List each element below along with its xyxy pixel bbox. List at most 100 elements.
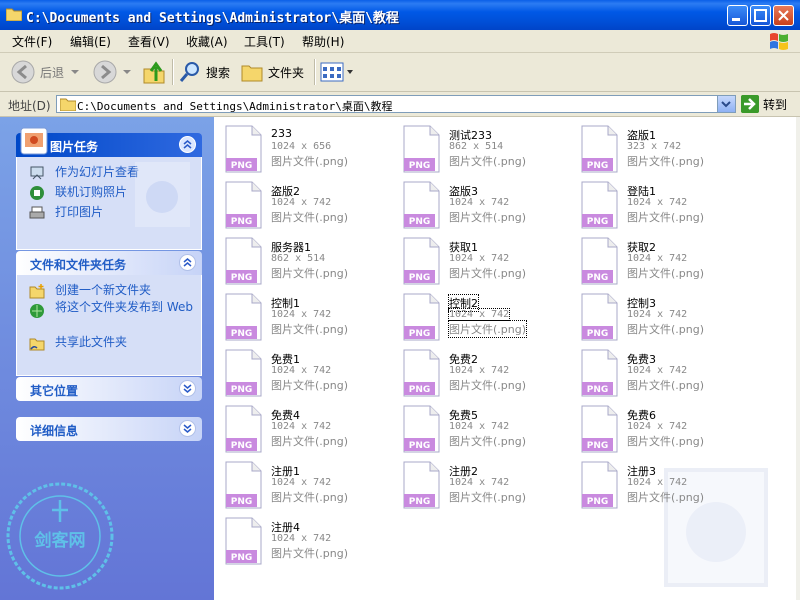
- file-dimensions: 862 x 514: [449, 141, 504, 152]
- file-item[interactable]: PNG 注册2 1024 x 742 图片文件(.png): [392, 457, 570, 509]
- png-file-icon: PNG: [403, 125, 440, 173]
- file-item[interactable]: PNG 盗版3 1024 x 742 图片文件(.png): [392, 177, 570, 229]
- file-type: 图片文件(.png): [627, 211, 705, 224]
- scrollbar[interactable]: [796, 117, 800, 600]
- png-file-icon: PNG: [403, 405, 440, 453]
- svg-text:PNG: PNG: [587, 385, 609, 395]
- file-item[interactable]: PNG 免费5 1024 x 742 图片文件(.png): [392, 401, 570, 453]
- file-item[interactable]: PNG 盗版2 1024 x 742 图片文件(.png): [214, 177, 392, 229]
- file-type: 图片文件(.png): [271, 547, 349, 560]
- file-type: 图片文件(.png): [449, 491, 527, 504]
- file-item[interactable]: PNG 获取1 1024 x 742 图片文件(.png): [392, 233, 570, 285]
- file-type: 图片文件(.png): [449, 155, 527, 168]
- minimize-icon: [732, 18, 740, 21]
- file-type: 图片文件(.png): [271, 211, 349, 224]
- view-button[interactable]: [320, 57, 354, 87]
- menu-file[interactable]: 文件(F): [12, 33, 52, 50]
- expand-button[interactable]: [179, 420, 196, 437]
- folders-button[interactable]: 文件夹: [240, 57, 304, 87]
- details-header[interactable]: 详细信息: [16, 417, 202, 441]
- file-dimensions: 1024 x 742: [271, 533, 332, 544]
- other-places-header[interactable]: 其它位置: [16, 377, 202, 401]
- file-item[interactable]: PNG 服务器1 862 x 514 图片文件(.png): [214, 233, 392, 285]
- share-folder-icon: [29, 338, 45, 351]
- file-dimensions: 1024 x 742: [447, 308, 511, 321]
- details-title: 详细信息: [30, 424, 79, 438]
- publish-web-link[interactable]: 将这个文件夹发布到 Web: [17, 301, 201, 333]
- file-item[interactable]: PNG 控制1 1024 x 742 图片文件(.png): [214, 289, 392, 341]
- go-button[interactable]: 转到: [741, 95, 787, 113]
- svg-text:PNG: PNG: [409, 273, 431, 283]
- address-value: C:\Documents and Settings\Administrator\…: [77, 100, 393, 113]
- forward-button[interactable]: [92, 57, 132, 87]
- svg-text:PNG: PNG: [231, 161, 253, 171]
- menu-view[interactable]: 查看(V): [128, 33, 170, 50]
- file-item[interactable]: PNG 免费3 1024 x 742 图片文件(.png): [570, 345, 748, 397]
- file-item[interactable]: PNG 233 1024 x 656 图片文件(.png): [214, 121, 392, 173]
- picture-tasks-header[interactable]: 图片任务: [16, 127, 202, 157]
- file-dimensions: 1024 x 742: [627, 197, 688, 208]
- go-label: 转到: [763, 97, 788, 112]
- file-item[interactable]: PNG 获取2 1024 x 742 图片文件(.png): [570, 233, 748, 285]
- chevron-down-icon: [123, 70, 131, 74]
- chevron-down-double-icon: [183, 384, 192, 393]
- background-decoration: [135, 162, 190, 227]
- svg-text:剑客网: 剑客网: [34, 530, 86, 551]
- file-type: 图片文件(.png): [447, 320, 528, 338]
- png-file-icon: PNG: [581, 181, 618, 229]
- file-dimensions: 1024 x 742: [627, 253, 688, 264]
- file-dimensions: 1024 x 656: [271, 141, 332, 152]
- file-item[interactable]: PNG 免费1 1024 x 742 图片文件(.png): [214, 345, 392, 397]
- file-item[interactable]: PNG 测试233 862 x 514 图片文件(.png): [392, 121, 570, 173]
- file-item[interactable]: PNG 免费4 1024 x 742 图片文件(.png): [214, 401, 392, 453]
- file-type: 图片文件(.png): [271, 323, 349, 336]
- new-folder-link[interactable]: 创建一个新文件夹: [17, 281, 201, 301]
- expand-button[interactable]: [179, 380, 196, 397]
- svg-text:PNG: PNG: [587, 273, 609, 283]
- file-item[interactable]: PNG 免费2 1024 x 742 图片文件(.png): [392, 345, 570, 397]
- svg-text:PNG: PNG: [409, 161, 431, 171]
- collapse-button[interactable]: [179, 136, 196, 153]
- menu-help[interactable]: 帮助(H): [302, 33, 344, 50]
- file-item[interactable]: PNG 控制3 1024 x 742 图片文件(.png): [570, 289, 748, 341]
- file-item[interactable]: PNG 登陆1 1024 x 742 图片文件(.png): [570, 177, 748, 229]
- svg-text:PNG: PNG: [587, 329, 609, 339]
- address-dropdown-button[interactable]: [717, 96, 735, 112]
- file-dimensions: 1024 x 742: [271, 365, 332, 376]
- up-folder-button[interactable]: [142, 57, 166, 87]
- file-item[interactable]: PNG 注册3 1024 x 742 图片文件(.png): [570, 457, 748, 509]
- menu-tools[interactable]: 工具(T): [244, 33, 285, 50]
- chevron-down-icon: [347, 70, 353, 74]
- file-type: 图片文件(.png): [627, 435, 705, 448]
- back-button[interactable]: 后退: [10, 57, 80, 87]
- maximize-button[interactable]: [750, 5, 771, 26]
- share-folder-link[interactable]: 共享此文件夹: [17, 333, 201, 353]
- search-button[interactable]: 搜索: [178, 57, 230, 87]
- back-arrow-icon: [11, 60, 35, 84]
- svg-text:PNG: PNG: [231, 329, 253, 339]
- file-item[interactable]: PNG 注册4 1024 x 742 图片文件(.png): [214, 513, 392, 565]
- menu-edit[interactable]: 编辑(E): [70, 33, 111, 50]
- collapse-button[interactable]: [179, 254, 196, 271]
- svg-text:PNG: PNG: [231, 385, 253, 395]
- address-input[interactable]: C:\Documents and Settings\Administrator\…: [56, 95, 736, 113]
- menu-favorites[interactable]: 收藏(A): [186, 33, 228, 50]
- minimize-button[interactable]: [727, 5, 748, 26]
- file-item[interactable]: PNG 盗版1 323 x 742 图片文件(.png): [570, 121, 748, 173]
- file-item[interactable]: PNG 注册1 1024 x 742 图片文件(.png): [214, 457, 392, 509]
- title-bar[interactable]: C:\Documents and Settings\Administrator\…: [0, 0, 800, 30]
- address-label: 地址(D): [8, 99, 51, 113]
- file-type: 图片文件(.png): [271, 267, 349, 280]
- publish-web-icon: [30, 304, 44, 318]
- file-tasks-header[interactable]: 文件和文件夹任务: [16, 251, 202, 275]
- file-item[interactable]: PNG 免费6 1024 x 742 图片文件(.png): [570, 401, 748, 453]
- publish-web-label: 将这个文件夹发布到 Web: [55, 300, 193, 314]
- file-dimensions: 862 x 514: [271, 253, 326, 264]
- png-file-icon: PNG: [225, 125, 262, 173]
- forward-arrow-icon: [93, 60, 117, 84]
- other-places-title: 其它位置: [30, 384, 79, 398]
- file-item[interactable]: PNG 控制2 1024 x 742 图片文件(.png): [392, 289, 570, 341]
- maximize-icon: [754, 9, 767, 22]
- svg-text:PNG: PNG: [231, 273, 253, 283]
- close-button[interactable]: [773, 5, 794, 26]
